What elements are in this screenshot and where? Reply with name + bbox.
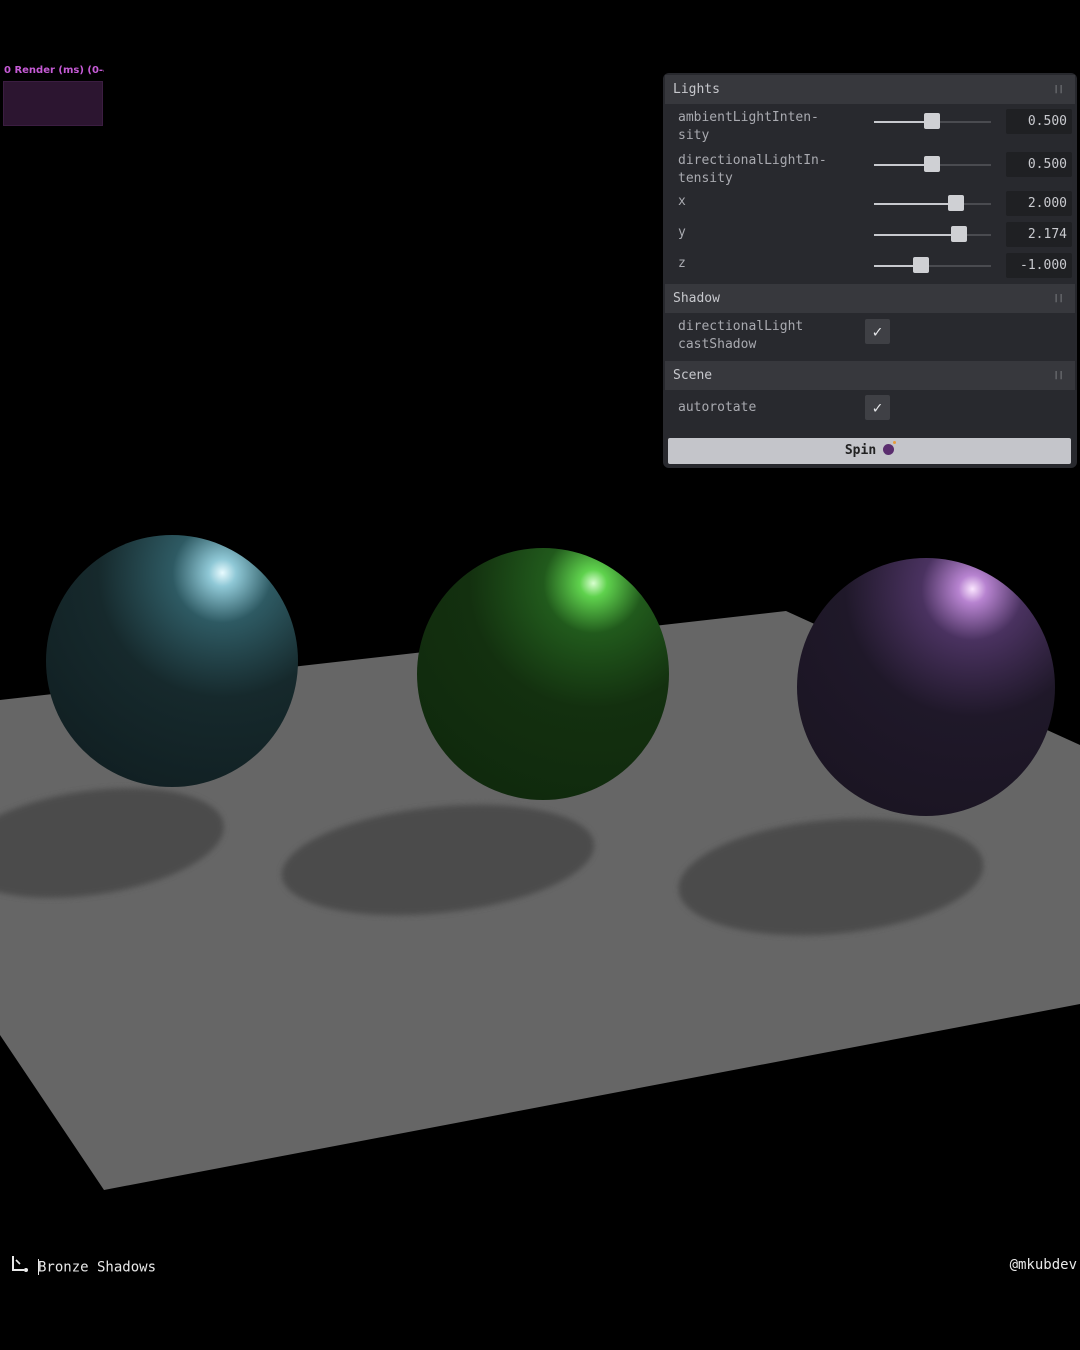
control-label: directionalLightIn- tensity [678,153,827,186]
slider-fill [874,203,956,205]
teal-sphere [46,535,298,787]
collapse-icon[interactable]: ❘❘ [1053,284,1064,313]
folder-lights-title[interactable]: Lights ❘❘ [665,75,1075,104]
control-autorotate: autorotate ✓ [665,390,1075,428]
checkmark-icon: ✓ [872,398,883,417]
control-ambient-light-intensity: ambientLightInten- sity 0.500 [665,104,1075,147]
folder-shadow-title[interactable]: Shadow ❘❘ [665,284,1075,313]
title-text: Bronze Shadows [38,1259,157,1276]
slider-handle[interactable] [924,113,940,129]
folder-scene-title[interactable]: Scene ❘❘ [665,361,1075,390]
folder-shadow-label: Shadow [673,291,720,306]
control-label: autorotate [678,400,757,415]
x-input[interactable]: 2.000 [1006,191,1072,216]
z-slider[interactable] [874,257,991,273]
y-slider[interactable] [874,226,991,242]
control-y: y 2.174 [665,221,1075,252]
spin-button[interactable]: Spin [668,438,1071,464]
spin-button-label: Spin [844,443,877,458]
control-label: x [678,194,686,209]
control-label: ambientLightInten- sity [678,110,819,143]
slider-handle[interactable] [948,195,964,211]
slider-handle[interactable] [913,257,929,273]
folder-lights-label: Lights [673,82,720,97]
ambient-light-intensity-slider[interactable] [874,113,991,129]
collapse-icon[interactable]: ❘❘ [1053,361,1064,390]
collapse-icon[interactable]: ❘❘ [1053,75,1064,104]
y-input[interactable]: 2.174 [1006,222,1072,247]
stats-panel[interactable]: 0 Render (ms) (0-4 [0,64,104,126]
ambient-light-intensity-input[interactable]: 0.500 [1006,109,1072,134]
directional-light-intensity-input[interactable]: 0.500 [1006,152,1072,177]
control-label: z [678,256,686,271]
stats-label: 0 Render (ms) (0-4 [4,65,104,76]
slider-fill [874,234,959,236]
control-label: y [678,225,686,240]
slider-handle[interactable] [924,156,940,172]
control-directional-light-intensity: directionalLightIn- tensity 0.500 [665,147,1075,190]
control-label: directionalLight castShadow [678,319,804,352]
author-handle: @mkubdev [1009,1257,1077,1273]
control-directional-light-cast-shadow: directionalLight castShadow ✓ [665,313,1075,361]
purple-sphere [797,558,1055,816]
green-sphere [417,548,669,800]
directional-light-intensity-slider[interactable] [874,156,991,172]
video-title: Bronze Shadows [10,1254,156,1276]
bomb-icon [883,441,897,455]
stats-graph [3,81,103,126]
folder-scene-label: Scene [673,368,713,383]
x-slider[interactable] [874,195,991,211]
terminal-icon [10,1254,30,1281]
control-z: z -1.000 [665,252,1075,284]
slider-handle[interactable] [951,226,967,242]
control-x: x 2.000 [665,190,1075,221]
controls-panel: Lights ❘❘ ambientLightInten- sity 0.500 … [663,73,1077,468]
z-input[interactable]: -1.000 [1006,253,1072,278]
checkmark-icon: ✓ [872,322,883,341]
autorotate-checkbox[interactable]: ✓ [865,395,890,420]
cast-shadow-checkbox[interactable]: ✓ [865,319,890,344]
